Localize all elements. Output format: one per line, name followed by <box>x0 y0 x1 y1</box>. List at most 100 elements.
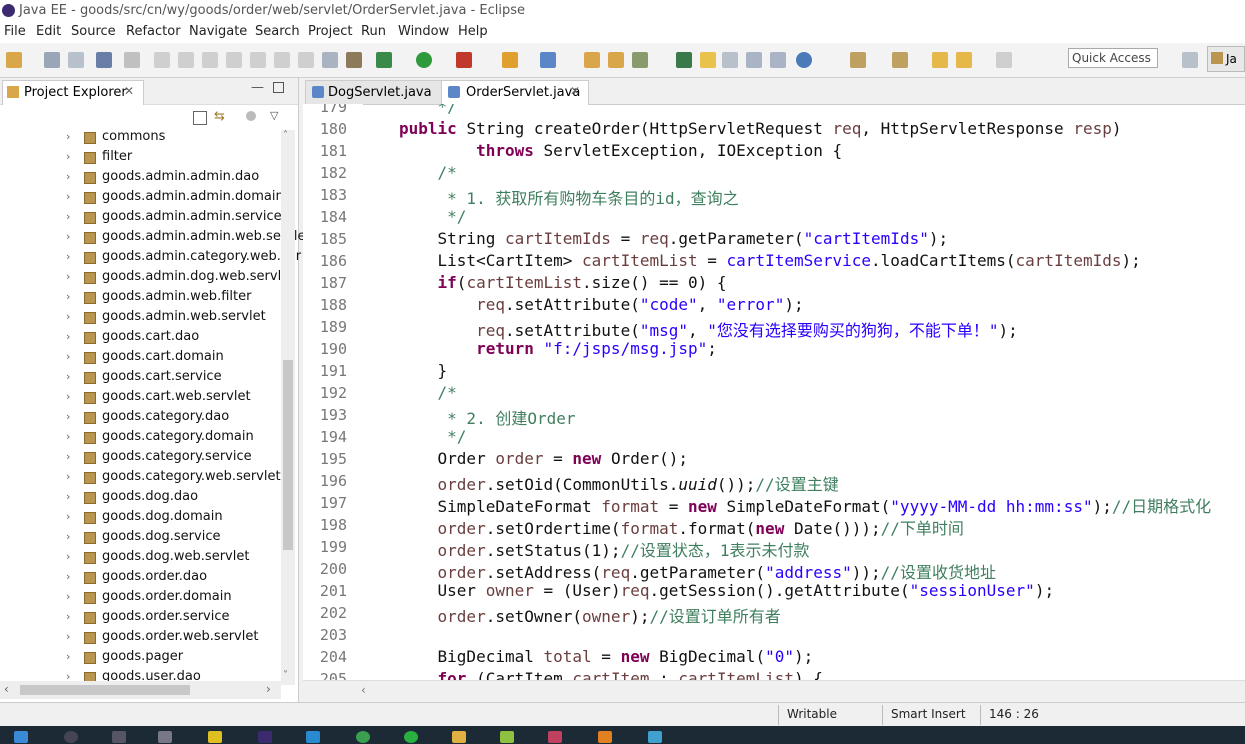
expand-chevron-icon[interactable]: › <box>66 550 70 563</box>
menu-navigate[interactable]: Navigate <box>189 24 247 39</box>
link-with-editor-icon[interactable]: ⇆ <box>214 109 225 124</box>
code-line[interactable]: if(cartItemList.size() == 0) { <box>399 273 727 292</box>
menu-help[interactable]: Help <box>458 24 488 39</box>
save-all-icon[interactable] <box>68 52 84 68</box>
menu-search[interactable]: Search <box>255 24 300 39</box>
expand-chevron-icon[interactable]: › <box>66 630 70 643</box>
menu-file[interactable]: File <box>4 24 26 39</box>
wechat-icon[interactable] <box>404 731 418 743</box>
code-line[interactable]: public String createOrder(HttpServletReq… <box>399 119 1121 138</box>
code-line[interactable]: req.setAttribute("msg", "您没有选择要购买的狗狗，不能下… <box>399 317 1018 341</box>
expand-chevron-icon[interactable]: › <box>66 130 70 143</box>
expand-chevron-icon[interactable]: › <box>66 330 70 343</box>
expand-chevron-icon[interactable]: › <box>66 150 70 163</box>
run-external-tools-icon[interactable] <box>456 52 472 68</box>
scroll-up-icon[interactable]: ˄ <box>283 130 288 141</box>
block-selection-icon[interactable] <box>746 52 762 68</box>
project-explorer-tab[interactable]: Project Explorer ✕ <box>2 80 144 105</box>
scroll-left-icon[interactable]: ‹ <box>361 683 366 697</box>
open-task-icon[interactable] <box>608 52 624 68</box>
step-over-icon[interactable] <box>274 52 290 68</box>
globe-icon[interactable] <box>796 52 812 68</box>
expand-chevron-icon[interactable]: › <box>66 430 70 443</box>
expand-chevron-icon[interactable]: › <box>66 490 70 503</box>
step-return-icon[interactable] <box>298 52 314 68</box>
expand-chevron-icon[interactable]: › <box>66 230 70 243</box>
show-whitespace-icon[interactable] <box>722 52 738 68</box>
close-icon[interactable]: ✕ <box>570 84 580 98</box>
tree-item[interactable]: › goods.cart.service <box>0 368 280 388</box>
tree-item[interactable]: › goods.cart.web.servlet <box>0 388 280 408</box>
tree-item[interactable]: › goods.category.domain <box>0 428 280 448</box>
menu-edit[interactable]: Edit <box>36 24 61 39</box>
close-icon[interactable]: ✕ <box>124 84 134 98</box>
tree-item[interactable]: › filter <box>0 148 280 168</box>
tree-item[interactable]: › goods.dog.dao <box>0 488 280 508</box>
expand-chevron-icon[interactable]: › <box>66 170 70 183</box>
code-line[interactable]: */ <box>399 427 466 446</box>
expand-chevron-icon[interactable]: › <box>66 590 70 603</box>
tree-item[interactable]: › goods.dog.domain <box>0 508 280 528</box>
code-line[interactable]: BigDecimal total = new BigDecimal("0"); <box>399 647 814 666</box>
code-line[interactable]: /* <box>399 383 457 402</box>
code-line[interactable]: for (CartItem cartItem : cartItemList) { <box>399 669 823 680</box>
run-icon[interactable] <box>416 52 432 68</box>
expand-chevron-icon[interactable]: › <box>66 190 70 203</box>
tree-item[interactable]: › goods.category.web.servlet <box>0 468 281 488</box>
open-perspective-icon[interactable] <box>1182 52 1198 68</box>
app-icon[interactable] <box>598 731 612 743</box>
code-line[interactable]: */ <box>399 207 466 226</box>
next-annotation-icon[interactable] <box>850 52 866 68</box>
expand-chevron-icon[interactable]: › <box>66 250 70 263</box>
tab-orderservlet[interactable]: OrderServlet.java ✕ <box>441 80 589 105</box>
toggle-mark-occurrences-icon[interactable] <box>676 52 692 68</box>
scroll-left-icon[interactable]: ‹ <box>4 682 9 696</box>
app-icon[interactable] <box>500 731 514 743</box>
code-line[interactable]: User owner = (User)req.getSession().getA… <box>399 581 1055 600</box>
search-icon[interactable] <box>64 731 78 743</box>
tree-item[interactable]: › goods.admin.category.web.ser <box>0 248 301 268</box>
toggle-highlight-icon[interactable] <box>700 52 716 68</box>
show-paragraph-icon[interactable] <box>770 52 786 68</box>
tree-item[interactable]: › goods.admin.web.servlet <box>0 308 280 328</box>
step-into-icon[interactable] <box>250 52 266 68</box>
menu-window[interactable]: Window <box>398 24 449 39</box>
code-line[interactable]: * 2. 创建Order <box>399 405 575 429</box>
tree-item[interactable]: › goods.cart.dao <box>0 328 280 348</box>
expand-chevron-icon[interactable]: › <box>66 210 70 223</box>
terminate-icon[interactable] <box>202 52 218 68</box>
expand-chevron-icon[interactable]: › <box>66 510 70 523</box>
code-line[interactable]: order.setAddress(req.getParameter("addre… <box>399 559 996 583</box>
app-icon[interactable] <box>208 731 222 743</box>
tree-item[interactable]: › goods.dog.web.servlet <box>0 548 280 568</box>
expand-chevron-icon[interactable]: › <box>66 370 70 383</box>
expand-chevron-icon[interactable]: › <box>66 410 70 423</box>
view-menu-icon[interactable] <box>246 111 256 121</box>
scroll-right-icon[interactable]: › <box>266 682 271 696</box>
maximize-icon[interactable] <box>273 82 284 93</box>
folder-icon[interactable] <box>452 731 466 743</box>
back-icon[interactable] <box>956 52 972 68</box>
tree-item[interactable]: › goods.order.domain <box>0 588 280 608</box>
code-line[interactable]: SimpleDateFormat format = new SimpleDate… <box>399 493 1212 517</box>
expand-chevron-icon[interactable]: › <box>66 530 70 543</box>
expand-chevron-icon[interactable]: › <box>66 310 70 323</box>
disconnect-icon[interactable] <box>226 52 242 68</box>
horizontal-scrollbar[interactable]: ‹ › <box>0 681 281 699</box>
tree-item[interactable]: › goods.category.service <box>0 448 280 468</box>
perspective-java-ee[interactable]: Ja <box>1207 46 1245 72</box>
new-icon[interactable] <box>6 52 22 68</box>
resume-icon[interactable] <box>154 52 170 68</box>
tab-dogservlet[interactable]: DogServlet.java <box>305 80 442 104</box>
chrome-icon[interactable] <box>356 731 370 743</box>
code-line[interactable]: } <box>399 361 448 380</box>
tree-item[interactable]: › goods.admin.dog.web.servlet <box>0 268 294 288</box>
tree-item[interactable]: › commons <box>0 128 280 148</box>
tree-item[interactable]: › goods.order.web.servlet <box>0 628 280 648</box>
tree-item[interactable]: › goods.admin.admin.service <box>0 208 282 228</box>
expand-chevron-icon[interactable]: › <box>66 610 70 623</box>
expand-chevron-icon[interactable]: › <box>66 570 70 583</box>
last-edit-location-icon[interactable] <box>932 52 948 68</box>
search-icon[interactable] <box>632 52 648 68</box>
code-line[interactable]: List<CartItem> cartItemList = cartItemSe… <box>399 251 1141 270</box>
